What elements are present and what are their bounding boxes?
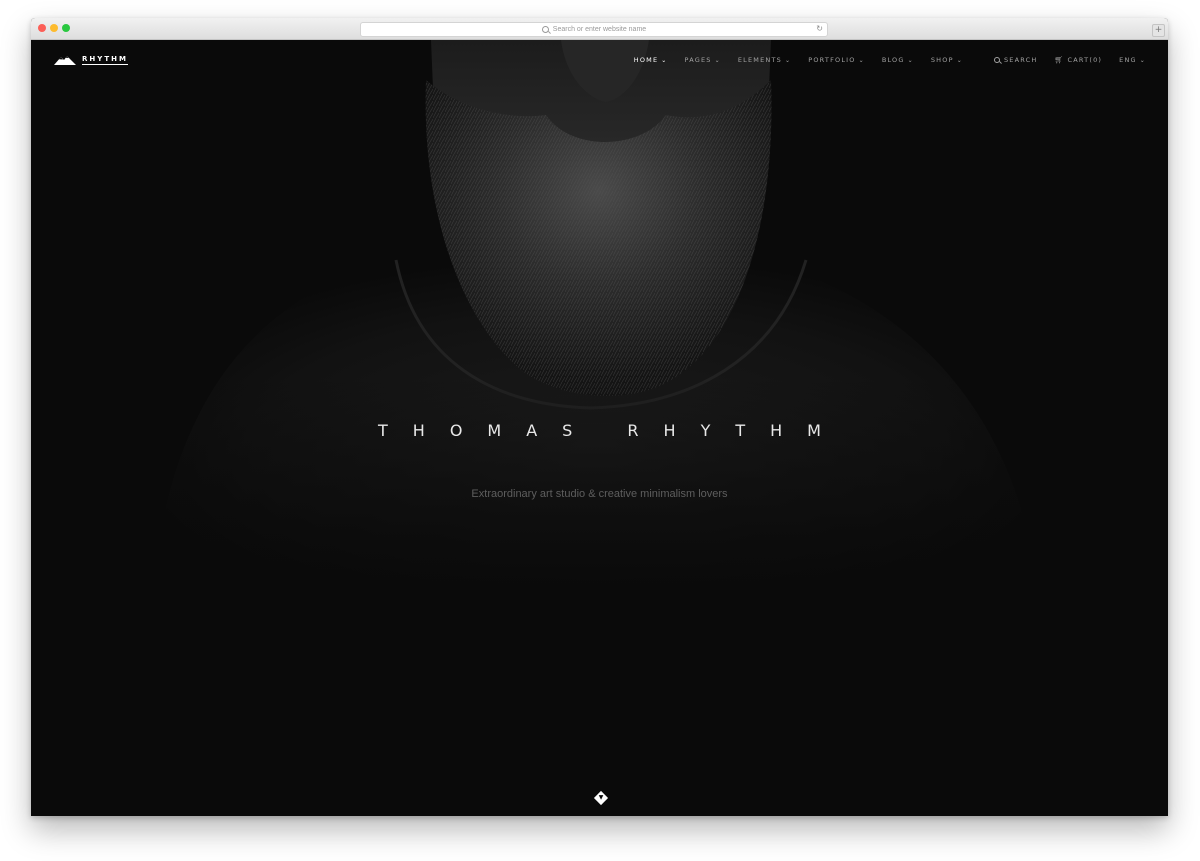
close-window-button[interactable] [38,24,46,32]
cart-button[interactable]: 🛒︎ CART(0) [1054,56,1102,64]
cart-label: CART(0) [1067,56,1103,64]
search-label: SEARCH [1003,56,1038,64]
reload-icon[interactable]: ↻ [816,24,823,33]
nav-item-elements[interactable]: ELEMENTS ⌄ [738,56,791,64]
minimize-window-button[interactable] [50,24,58,32]
chevron-down-icon: ⌄ [907,56,914,64]
scroll-down-button[interactable]: ▼ [593,790,609,806]
nav-item-pages[interactable]: PAGES ⌄ [685,56,721,64]
nav-item-label: HOME [633,56,659,64]
search-icon [541,26,549,33]
main-navigation: HOME ⌄ PAGES ⌄ ELEMENTS ⌄ PORTFOLIO ⌄ BL… [617,56,1146,64]
chevron-down-icon: ▼ [598,794,604,801]
search-icon [993,57,1000,63]
nav-item-label: ELEMENTS [737,56,782,64]
chevron-down-icon: ⌄ [858,56,865,64]
cart-icon: 🛒︎ [1054,56,1065,64]
chevron-down-icon: ⌄ [1139,56,1146,64]
address-bar[interactable]: Search or enter website name ↻ [360,22,828,37]
nav-item-label: BLOG [881,56,905,64]
nav-item-shop[interactable]: SHOP ⌄ [931,56,963,64]
browser-window: Search or enter website name ↻ + RHYTHM … [31,18,1168,816]
chevron-down-icon: ⌄ [784,56,792,64]
plus-icon[interactable]: + [1152,24,1165,37]
hero-title: THOMAS RHYTHM [378,421,846,440]
language-label: ENG [1119,56,1137,64]
nav-item-label: PAGES [684,56,712,64]
mountain-icon [54,55,76,65]
nav-item-blog[interactable]: BLOG ⌄ [882,56,914,64]
browser-titlebar: Search or enter website name ↻ + [31,18,1168,40]
chevron-down-icon: ⌄ [661,56,668,64]
page-content: RHYTHM HOME ⌄ PAGES ⌄ ELEMENTS ⌄ PORTFOL… [31,40,1168,816]
nav-item-portfolio[interactable]: PORTFOLIO ⌄ [808,56,865,64]
chevron-down-icon: ⌄ [714,56,721,64]
hero-subtitle: Extraordinary art studio & creative mini… [471,488,728,500]
address-bar-placeholder: Search or enter website name [552,26,647,33]
search-button[interactable]: SEARCH [993,56,1038,64]
site-logo[interactable]: RHYTHM [54,55,128,65]
nav-item-label: SHOP [930,56,954,64]
maximize-window-button[interactable] [62,24,70,32]
nav-item-label: PORTFOLIO [808,56,856,64]
chevron-down-icon: ⌄ [956,56,963,64]
hero-portrait-image [31,40,1168,600]
nav-item-home[interactable]: HOME ⌄ [634,56,668,64]
logo-text: RHYTHM [82,55,128,65]
language-selector[interactable]: ENG ⌄ [1119,56,1146,64]
